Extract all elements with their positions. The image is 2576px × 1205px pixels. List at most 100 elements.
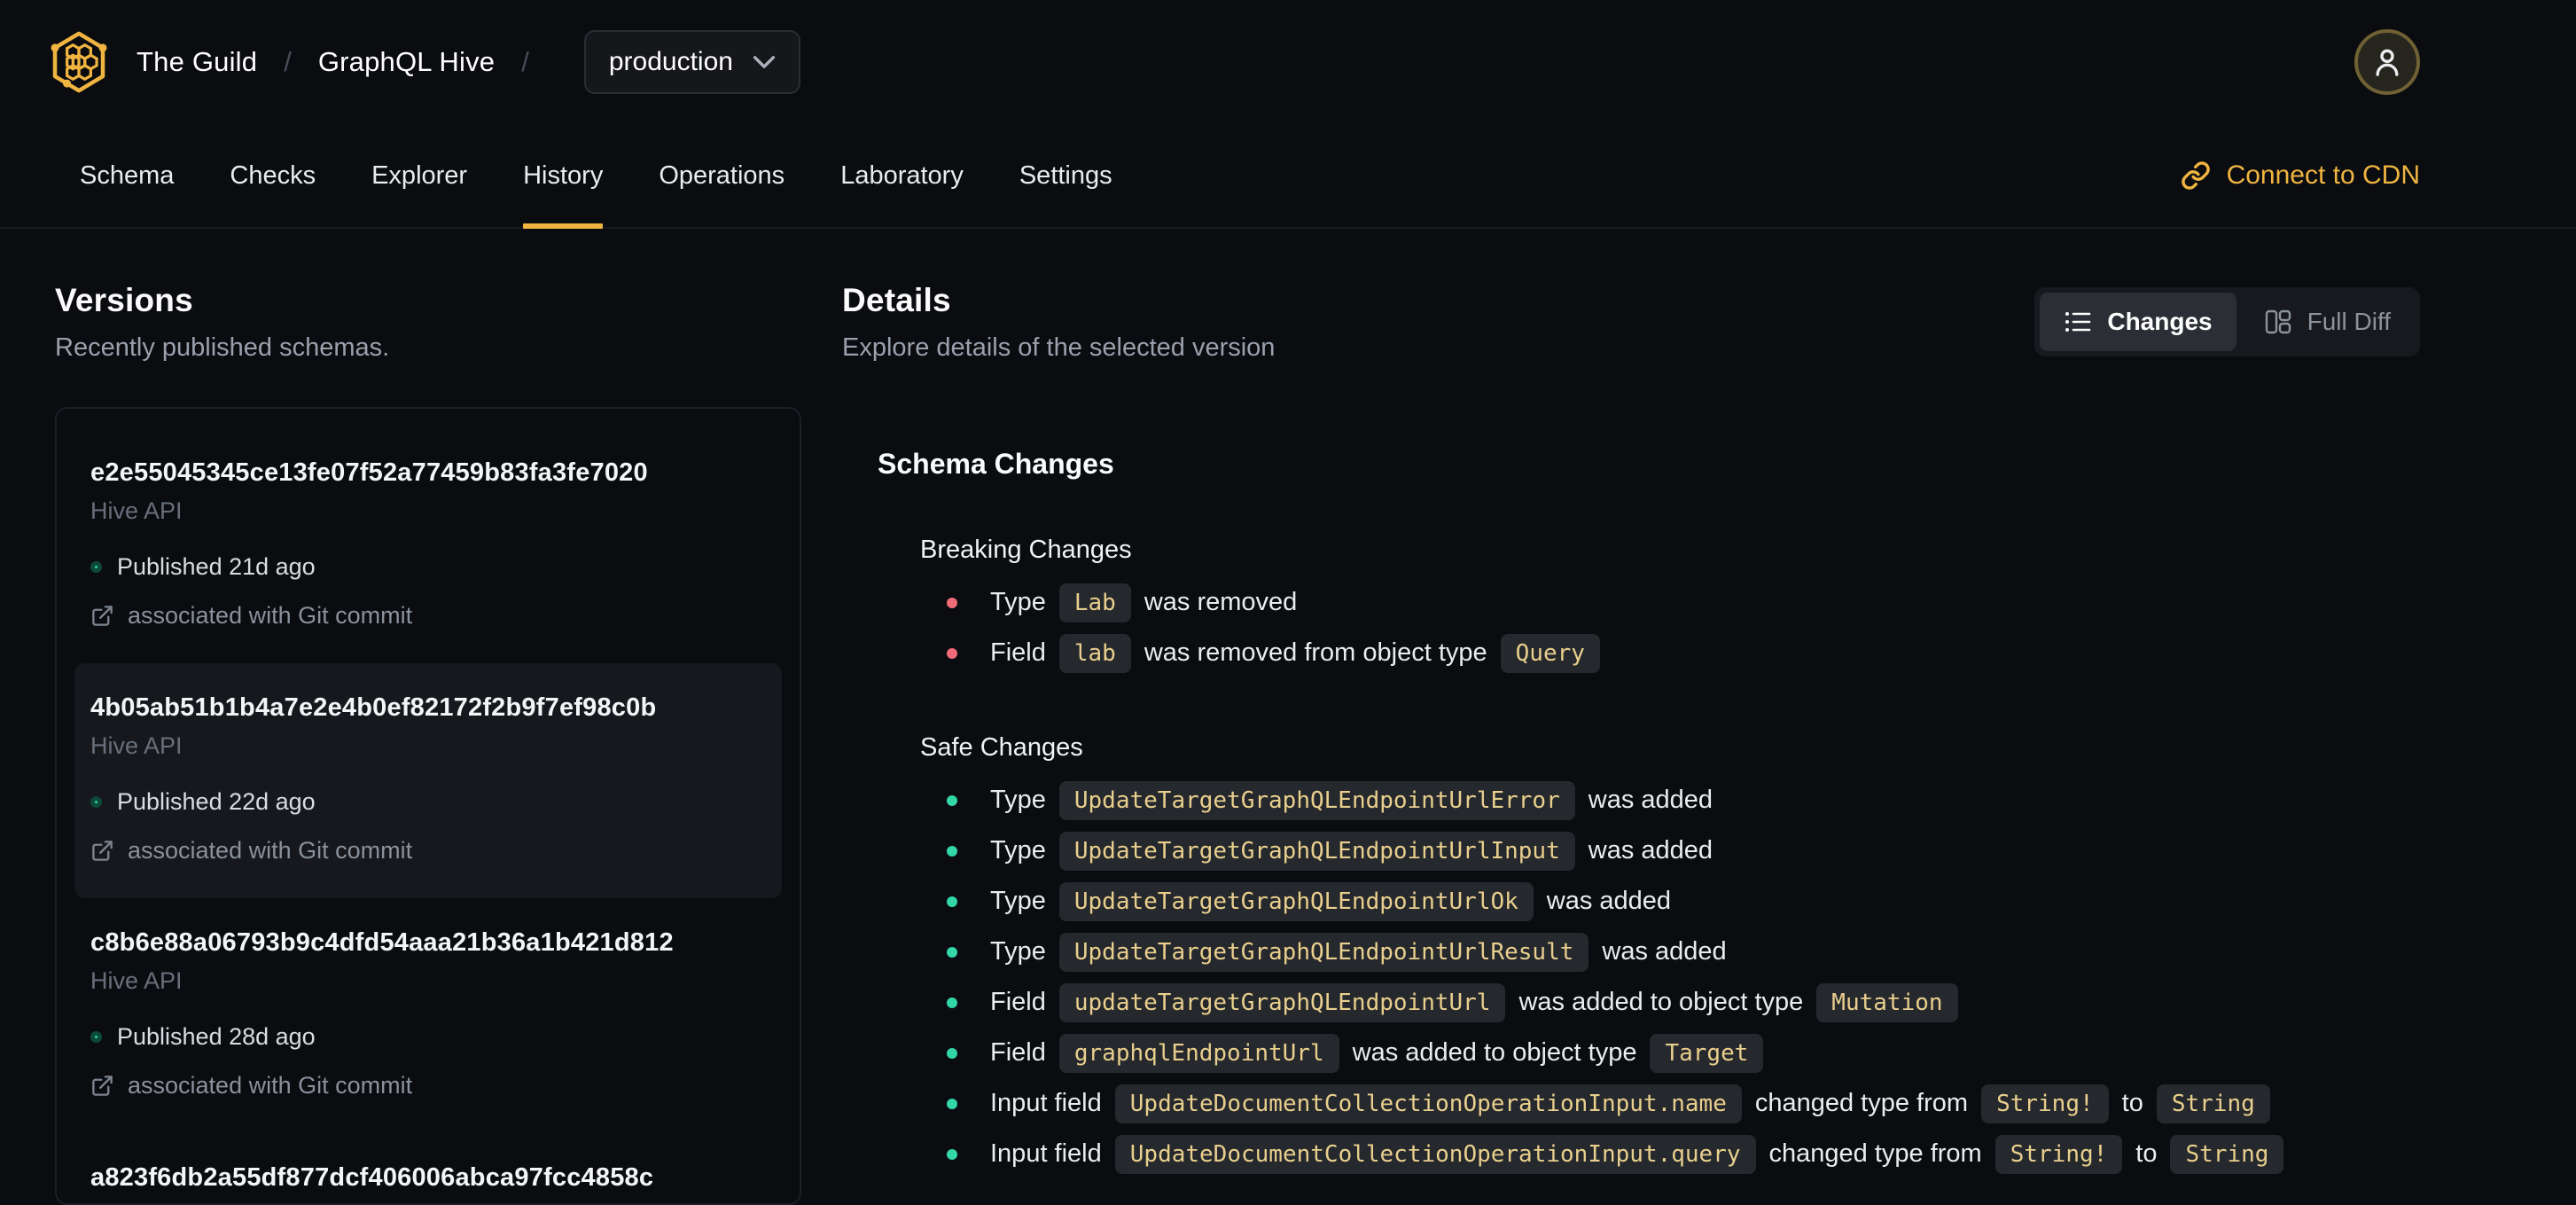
tab-history[interactable]: History <box>523 124 604 229</box>
change-code-chip: String! <box>1994 1134 2123 1174</box>
breaking-bullet-icon <box>947 597 957 608</box>
change-text: Field <box>990 988 1046 1016</box>
change-code-chip: Target <box>1650 1033 1764 1073</box>
published-status-text: Published 21d ago <box>117 553 316 580</box>
changes-view-label: Changes <box>2107 308 2213 335</box>
change-text: was added <box>1588 836 1713 865</box>
breadcrumb-org[interactable]: The Guild <box>137 46 257 78</box>
change-code-chip: UpdateTargetGraphQLEndpointUrlError <box>1058 780 1575 820</box>
change-code-chip: Lab <box>1058 583 1131 622</box>
tab-schema[interactable]: Schema <box>80 124 174 227</box>
change-code-chip: UpdateDocumentCollectionOperationInput.n… <box>1114 1084 1742 1123</box>
version-card[interactable]: c8b6e88a06793b9c4dfd54aaa21b36a1b421d812… <box>74 898 782 1133</box>
breadcrumb-project[interactable]: GraphQL Hive <box>318 46 495 78</box>
git-commit-link[interactable]: associated with Git commit <box>90 837 766 865</box>
target-selector-dropdown[interactable]: production <box>583 30 800 94</box>
change-text: was removed from object type <box>1144 638 1487 667</box>
tab-checks[interactable]: Checks <box>230 124 316 227</box>
change-item: Type UpdateTargetGraphQLEndpointUrlOk was … <box>947 876 2420 927</box>
content: Versions Recently published schemas. e2e… <box>0 229 2576 1205</box>
version-hash: e2e55045345ce13fe07f52a77459b83fa3fe7020 <box>90 458 648 487</box>
change-text: Input field <box>990 1089 1102 1117</box>
change-code-chip: lab <box>1058 633 1131 673</box>
change-code-chip: UpdateTargetGraphQLEndpointUrlInput <box>1058 831 1575 871</box>
user-avatar-button[interactable] <box>2354 29 2420 95</box>
main-nav: Schema Checks Explorer History Operations Lab… <box>0 124 2576 229</box>
change-item: Type UpdateTargetGraphQLEndpointUrlResult… <box>947 927 2420 977</box>
version-hash: c8b6e88a06793b9c4dfd54aaa21b36a1b421d812 <box>90 928 674 957</box>
change-text: to <box>2121 1089 2143 1117</box>
git-commit-label: associated with Git commit <box>128 1072 413 1099</box>
tab-operations[interactable]: Operations <box>659 124 785 227</box>
connect-to-cdn-link[interactable]: Connect to CDN <box>2181 124 2420 227</box>
change-item: Field graphqlEndpointUrl was added to obje… <box>947 1028 2420 1078</box>
tab-settings[interactable]: Settings <box>1019 124 1112 227</box>
change-group-title: Breaking Changes <box>920 536 1132 564</box>
safe-bullet-icon <box>947 946 957 958</box>
published-status-icon <box>90 561 102 573</box>
change-code-chip: Mutation <box>1816 982 1958 1022</box>
git-commit-label: associated with Git commit <box>128 837 413 864</box>
change-list: Type UpdateTargetGraphQLEndpointUrlError w… <box>947 775 2420 1179</box>
change-item: Type Lab was removed <box>947 577 2420 628</box>
version-service: Hive API <box>90 967 183 994</box>
change-item: Field lab was removed from object type Quer… <box>947 628 2420 678</box>
version-status: Published 22d ago <box>90 788 766 816</box>
version-hash: a823f6db2a55df877dcf406006abca97fcc4858c <box>90 1163 654 1192</box>
change-text: changed type from <box>1754 1089 1969 1117</box>
change-text: was removed <box>1144 588 1298 616</box>
external-link-icon <box>92 1076 113 1096</box>
published-status-icon <box>90 1031 102 1043</box>
chain-link-icon <box>2181 161 2210 190</box>
change-code-chip: String <box>2170 1134 2284 1174</box>
version-status: Published 28d ago <box>90 1023 766 1051</box>
change-text: was added to object type <box>1518 988 1804 1016</box>
change-text: Type <box>990 937 1046 966</box>
change-code-chip: String! <box>1981 1084 2109 1123</box>
external-link-icon <box>92 606 113 626</box>
versions-list: e2e55045345ce13fe07f52a77459b83fa3fe7020… <box>55 407 801 1205</box>
version-card[interactable]: e2e55045345ce13fe07f52a77459b83fa3fe7020… <box>74 428 782 663</box>
change-code-chip: UpdateDocumentCollectionOperationInput.q… <box>1114 1134 1756 1174</box>
version-card[interactable]: a823f6db2a55df877dcf406006abca97fcc4858c… <box>74 1133 782 1203</box>
tab-explorer[interactable]: Explorer <box>371 124 467 227</box>
change-code-chip: updateTargetGraphQLEndpointUrl <box>1058 982 1506 1022</box>
connect-to-cdn-label: Connect to CDN <box>2226 160 2420 190</box>
published-status-text: Published 22d ago <box>117 788 316 815</box>
change-item: Field updateTargetGraphQLEndpointUrl was a… <box>947 977 2420 1028</box>
published-status-icon <box>90 796 102 808</box>
safe-bullet-icon <box>947 1098 957 1109</box>
breaking-bullet-icon <box>947 647 957 659</box>
change-text: changed type from <box>1768 1139 1982 1168</box>
hive-logo-icon[interactable] <box>50 30 108 94</box>
versions-panel: Versions Recently published schemas. e2e… <box>55 282 801 1205</box>
change-list: Type Lab was removed Field lab was removed fr… <box>947 577 2420 678</box>
chevron-down-icon <box>753 56 776 68</box>
change-text: Type <box>990 836 1046 865</box>
changes-view-button[interactable]: Changes <box>2040 293 2236 351</box>
change-text: to <box>2135 1139 2158 1168</box>
change-code-chip: graphqlEndpointUrl <box>1058 1033 1339 1073</box>
tab-laboratory[interactable]: Laboratory <box>840 124 964 227</box>
change-text: Field <box>990 638 1046 667</box>
change-code-chip: Query <box>1500 633 1600 673</box>
change-text: Field <box>990 1038 1046 1067</box>
change-text: Type <box>990 887 1046 915</box>
split-columns-icon <box>2265 309 2291 334</box>
person-icon <box>2376 49 2399 76</box>
version-status: Published 21d ago <box>90 553 766 581</box>
git-commit-label: associated with Git commit <box>128 602 413 629</box>
change-group-safe: Safe Changes Type UpdateTargetGraphQLEndpo… <box>842 733 2420 1179</box>
target-selector-value: production <box>608 47 733 76</box>
full-diff-view-button[interactable]: Full Diff <box>2240 293 2415 351</box>
version-card[interactable]: 4b05ab51b1b4a7e2e4b0ef82172f2b9f7ef98c0b… <box>74 663 782 898</box>
change-text: Type <box>990 786 1046 814</box>
safe-bullet-icon <box>947 1047 957 1059</box>
change-text: Type <box>990 588 1046 616</box>
schema-changes-title: Schema Changes <box>878 448 1114 480</box>
git-commit-link[interactable]: associated with Git commit <box>90 1072 766 1099</box>
safe-bullet-icon <box>947 794 957 806</box>
change-code-chip: UpdateTargetGraphQLEndpointUrlResult <box>1058 932 1589 972</box>
details-header: Details Explore details of the selected … <box>842 282 2420 363</box>
git-commit-link[interactable]: associated with Git commit <box>90 602 766 630</box>
